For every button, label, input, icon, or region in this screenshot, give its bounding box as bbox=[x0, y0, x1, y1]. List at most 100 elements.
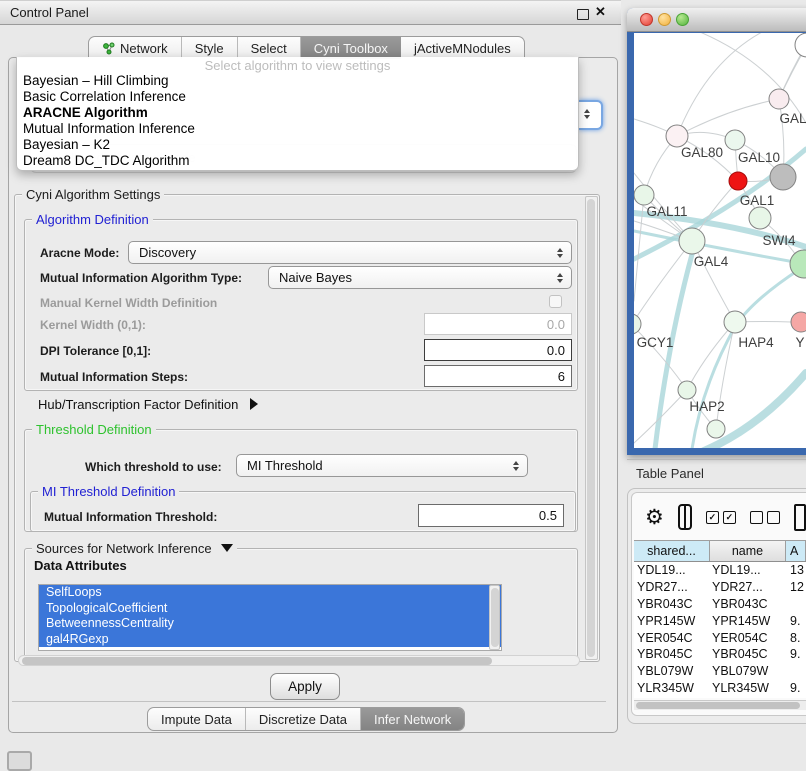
close-icon[interactable]: ✕ bbox=[595, 4, 606, 20]
network-node-y[interactable] bbox=[791, 312, 806, 332]
node-label-y: Y bbox=[795, 335, 804, 350]
tab-network[interactable]: Network bbox=[89, 37, 182, 59]
table-cell: 13 bbox=[786, 563, 806, 577]
network-window-titlebar[interactable] bbox=[627, 8, 806, 32]
tab-select[interactable]: Select bbox=[238, 37, 301, 59]
attribute-item-betweennesscentrality[interactable]: BetweennessCentrality bbox=[39, 616, 501, 632]
table-row[interactable]: YLR345WYLR345W9. bbox=[634, 680, 806, 697]
algorithm-option-mutual-information-inference[interactable]: Mutual Information Inference bbox=[17, 121, 578, 137]
tab-label: jActiveMNodules bbox=[414, 41, 511, 56]
tab-infer-network[interactable]: Infer Network bbox=[361, 708, 464, 730]
algorithm-option-aracne-algorithm[interactable]: ARACNE Algorithm bbox=[17, 105, 578, 121]
network-edge[interactable] bbox=[634, 324, 687, 390]
hub-definition-toggle[interactable]: Hub/Transcription Factor Definition bbox=[38, 397, 258, 412]
tab-impute-data[interactable]: Impute Data bbox=[148, 708, 246, 730]
column-header-shared-name[interactable]: shared... bbox=[634, 541, 710, 561]
network-node-hap2[interactable] bbox=[678, 381, 696, 399]
network-node[interactable] bbox=[795, 33, 806, 57]
dock-corner-icon[interactable] bbox=[7, 751, 32, 771]
which-threshold-combobox[interactable]: MI Threshold bbox=[236, 454, 528, 477]
settings-hscroll-thumb[interactable] bbox=[22, 657, 492, 665]
mi-algorithm-type-combobox[interactable]: Naive Bayes bbox=[268, 266, 572, 289]
network-node-gal4[interactable] bbox=[679, 228, 705, 254]
network-edge[interactable] bbox=[700, 33, 806, 123]
network-edge[interactable] bbox=[677, 33, 762, 136]
table-cell: YBR043C bbox=[710, 597, 786, 611]
mi-threshold-field[interactable]: 0.5 bbox=[418, 504, 564, 527]
network-node[interactable] bbox=[707, 420, 725, 438]
unchecked-boxes-icon[interactable] bbox=[750, 511, 780, 524]
algorithm-option-dream8-dc-tdc-algorithm[interactable]: Dream8 DC_TDC Algorithm bbox=[17, 153, 578, 169]
attribute-item-selfloops[interactable]: SelfLoops bbox=[39, 585, 501, 601]
network-node[interactable] bbox=[770, 164, 796, 190]
settings-vscroll-thumb[interactable] bbox=[587, 199, 595, 657]
manual-kernel-width-checkbox[interactable] bbox=[549, 295, 562, 308]
network-node-gal10[interactable] bbox=[725, 130, 745, 150]
table-row[interactable]: YBR043CYBR043C bbox=[634, 596, 806, 613]
tab-label: Discretize Data bbox=[259, 712, 347, 727]
aracne-mode-combobox[interactable]: Discovery bbox=[128, 241, 572, 264]
table-cell: YBL079W bbox=[710, 664, 786, 678]
network-node-gal11[interactable] bbox=[634, 185, 654, 205]
which-threshold-value: MI Threshold bbox=[237, 458, 512, 473]
table-row[interactable]: YPR145WYPR145W9. bbox=[634, 612, 806, 629]
close-traffic-light[interactable] bbox=[640, 13, 653, 26]
column-header-partial[interactable]: A bbox=[786, 541, 806, 561]
expanded-arrow-icon[interactable] bbox=[221, 544, 233, 552]
network-node-hap4[interactable] bbox=[724, 311, 746, 333]
gear-icon[interactable]: ⚙ bbox=[645, 507, 664, 528]
network-node-gcy1[interactable] bbox=[634, 314, 641, 334]
dpi-tolerance-field[interactable]: 0.0 bbox=[424, 339, 572, 361]
column-header-name[interactable]: name bbox=[710, 541, 786, 561]
network-canvas[interactable]: GALGAL80GAL10GAL1GAL11GAL4SWI4GCY1HAP4YH… bbox=[634, 33, 806, 448]
attribute-item-gal4rgexp[interactable]: gal4RGexp bbox=[39, 632, 501, 648]
network-node[interactable] bbox=[749, 207, 771, 229]
attribute-list-scroll-thumb[interactable] bbox=[491, 588, 499, 647]
settings-vertical-scrollbar[interactable] bbox=[585, 196, 598, 660]
settings-horizontal-scrollbar[interactable] bbox=[18, 655, 580, 666]
network-node-gal[interactable] bbox=[769, 89, 789, 109]
table-row[interactable]: YBL079WYBL079W bbox=[634, 663, 806, 680]
apply-button[interactable]: Apply bbox=[270, 673, 340, 700]
collapsed-arrow-icon bbox=[250, 398, 258, 410]
document-icon[interactable] bbox=[794, 504, 806, 531]
network-graph: GALGAL80GAL10GAL1GAL11GAL4SWI4GCY1HAP4YH… bbox=[634, 33, 806, 448]
attribute-item-topologicalcoefficient[interactable]: TopologicalCoefficient bbox=[39, 601, 501, 617]
checked-boxes-icon[interactable]: ✓✓ bbox=[706, 511, 736, 524]
stepper-arrows-icon bbox=[583, 109, 591, 119]
algorithm-option-bayesian-hill-climbing[interactable]: Bayesian – Hill Climbing bbox=[17, 73, 578, 89]
algorithm-option-bayesian-k2[interactable]: Bayesian – K2 bbox=[17, 137, 578, 153]
table-row[interactable]: YDR27...YDR27...12 bbox=[634, 579, 806, 596]
table-row[interactable]: YER054CYER054C8. bbox=[634, 629, 806, 646]
table-row[interactable]: YIL052CYIL052C9 bbox=[634, 696, 806, 698]
kernel-width-field[interactable]: 0.0 bbox=[424, 313, 572, 335]
tab-label: Select bbox=[251, 41, 287, 56]
table-hscroll-thumb[interactable] bbox=[636, 702, 800, 709]
tab-cyni-toolbox[interactable]: Cyni Toolbox bbox=[301, 37, 401, 59]
network-view-window: GALGAL80GAL10GAL1GAL11GAL4SWI4GCY1HAP4YH… bbox=[627, 8, 806, 455]
mi-steps-field[interactable]: 6 bbox=[424, 365, 572, 387]
attribute-list-scrollbar[interactable] bbox=[489, 585, 500, 650]
node-label-gal4: GAL4 bbox=[694, 254, 729, 269]
table-cell: 9. bbox=[786, 614, 806, 628]
network-node-gal1[interactable] bbox=[729, 172, 747, 190]
float-window-icon[interactable] bbox=[577, 9, 589, 20]
network-edge[interactable] bbox=[736, 269, 800, 325]
minimize-traffic-light[interactable] bbox=[658, 13, 671, 26]
algorithm-option-basic-correlation-inference[interactable]: Basic Correlation Inference bbox=[17, 89, 578, 105]
tab-discretize-data[interactable]: Discretize Data bbox=[246, 708, 361, 730]
table-horizontal-scrollbar[interactable] bbox=[634, 700, 806, 710]
split-columns-icon[interactable] bbox=[678, 504, 692, 530]
tab-jactivemnodules[interactable]: jActiveMNodules bbox=[401, 37, 524, 59]
table-row[interactable]: YDL19...YDL19...13 bbox=[634, 562, 806, 579]
focused-combobox-fragment[interactable] bbox=[579, 100, 603, 130]
node-label-gal1: GAL1 bbox=[740, 193, 775, 208]
table-row[interactable]: YBR045CYBR045C9. bbox=[634, 646, 806, 663]
data-attributes-list[interactable]: SelfLoopsTopologicalCoefficientBetweenne… bbox=[38, 584, 502, 651]
table-cell: 8. bbox=[786, 631, 806, 645]
tab-style[interactable]: Style bbox=[182, 37, 238, 59]
table-cell: YBR045C bbox=[710, 647, 786, 661]
network-node-gal80[interactable] bbox=[666, 125, 688, 147]
zoom-traffic-light[interactable] bbox=[676, 13, 689, 26]
table-cell: YBL079W bbox=[634, 664, 710, 678]
